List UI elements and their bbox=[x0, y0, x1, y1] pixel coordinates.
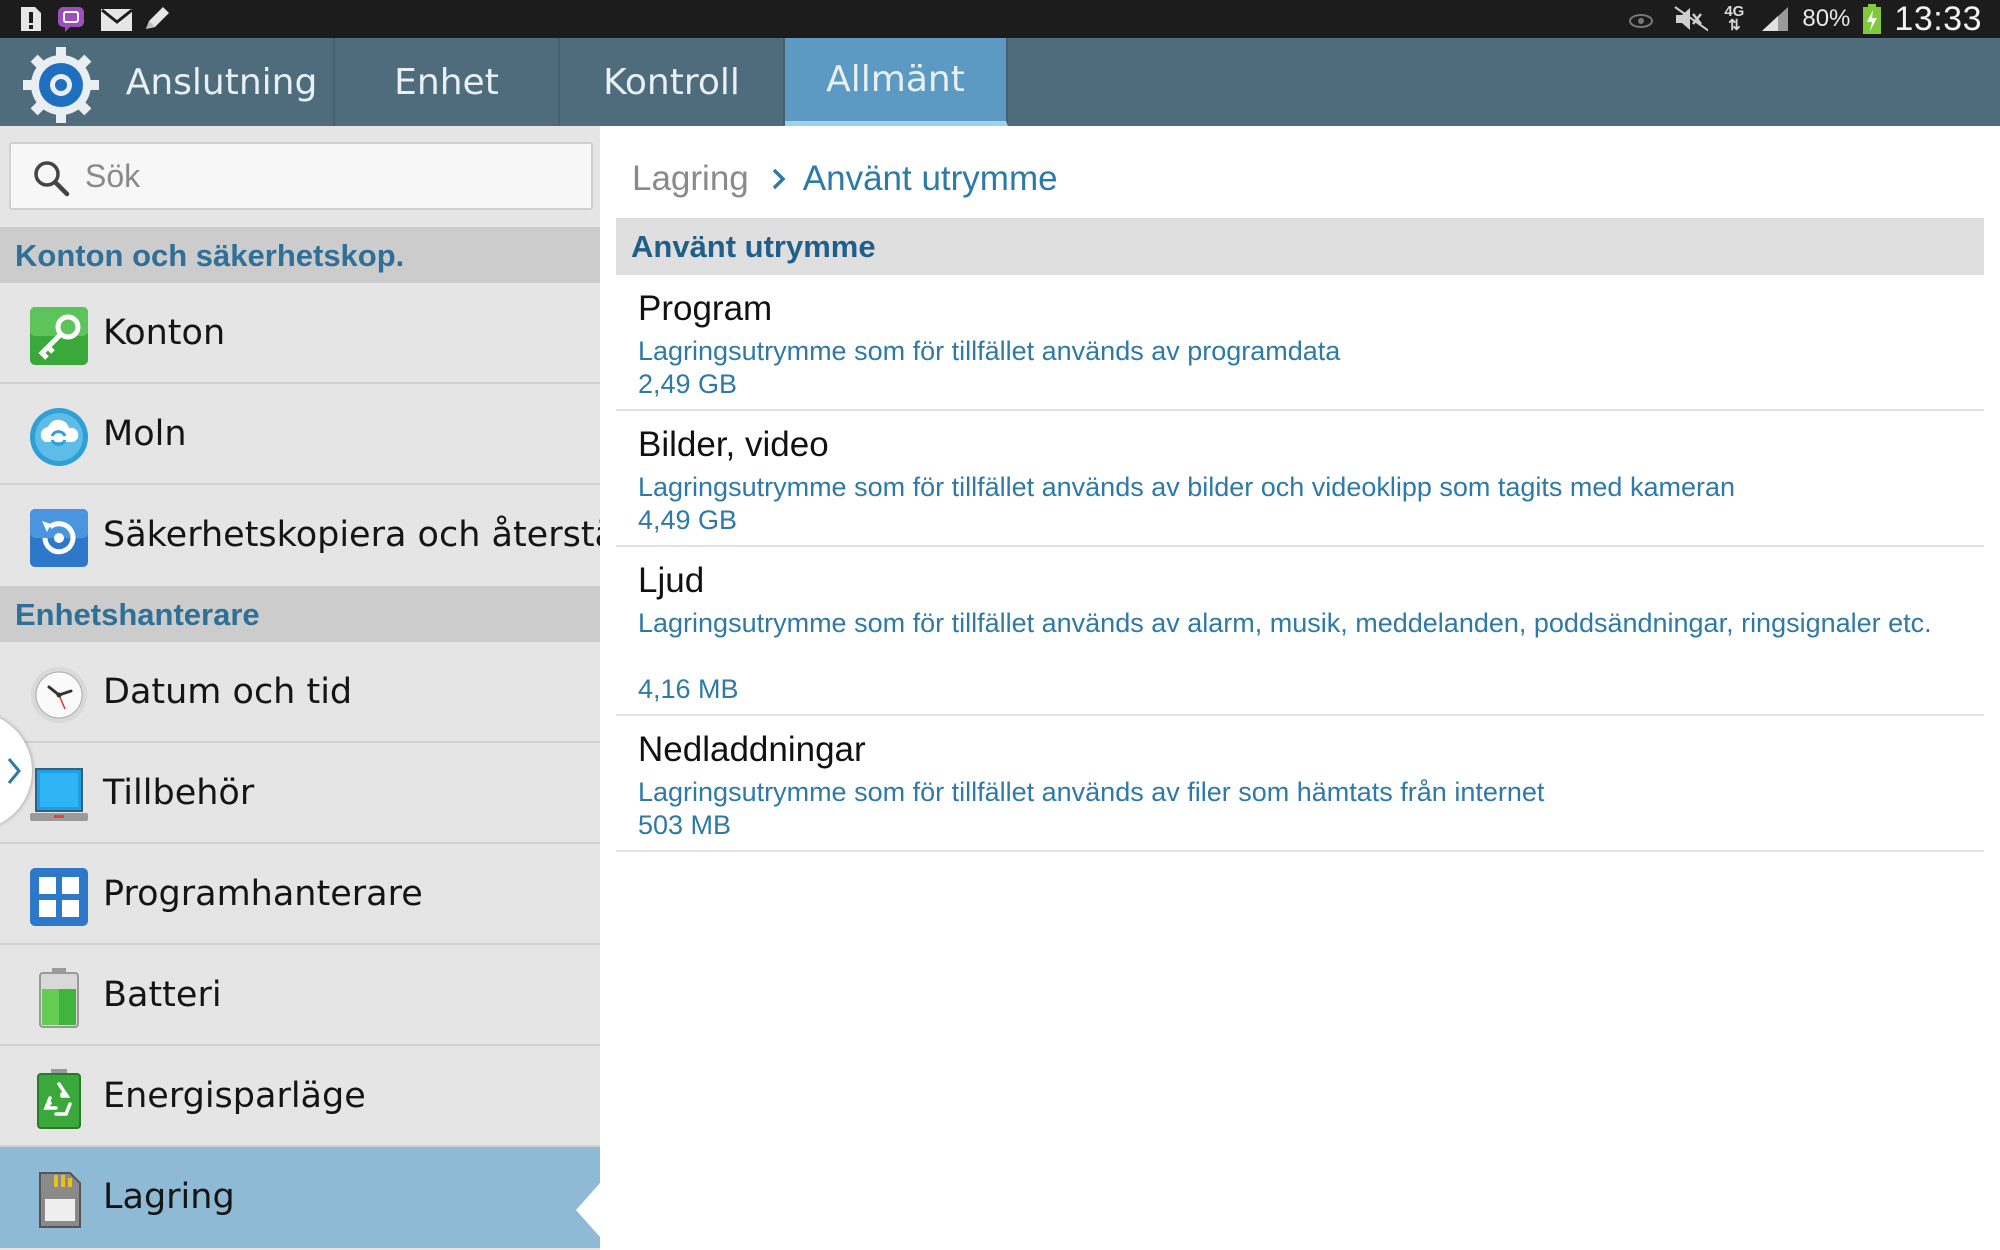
settings-gear-icon[interactable] bbox=[20, 44, 102, 126]
section-title: Enhetshanterare bbox=[15, 597, 260, 632]
mute-icon bbox=[1674, 6, 1709, 32]
status-bar: 4G ⇅ 80% 13:33 bbox=[0, 0, 2000, 38]
sidebar-item-label: Lagring bbox=[103, 1177, 235, 1217]
storage-icon bbox=[39, 1172, 81, 1228]
row-description: Lagringsutrymme som för tillfället använ… bbox=[638, 472, 1735, 502]
sidebar-item-backup[interactable]: Säkerhetskopiera och återställ bbox=[0, 485, 600, 586]
sidebar-item-label: Programhanterare bbox=[103, 874, 423, 914]
storage-row-audio[interactable]: Ljud Lagringsutrymme som för tillfället … bbox=[616, 547, 1984, 716]
search-box[interactable] bbox=[9, 142, 593, 210]
content-section-header: Använt utrymme bbox=[616, 218, 1984, 275]
cloud-icon bbox=[30, 408, 88, 466]
sidebar-item-label: Konton bbox=[103, 313, 226, 353]
settings-sidebar: Konton och säkerhetskop. Konton Moln Säk… bbox=[0, 126, 600, 1250]
battery-icon bbox=[39, 968, 79, 1028]
sidebar-item-batteri[interactable]: Batteri bbox=[0, 945, 600, 1046]
row-title: Nedladdningar bbox=[638, 730, 866, 769]
storage-row-program[interactable]: Program Lagringsutrymme som för tillfäll… bbox=[616, 275, 1984, 411]
search-input[interactable] bbox=[85, 144, 565, 208]
app-grid-icon bbox=[30, 868, 88, 926]
storage-row-images-video[interactable]: Bilder, video Lagringsutrymme som för ti… bbox=[616, 411, 1984, 547]
sidebar-item-lagring[interactable]: Lagring bbox=[0, 1147, 600, 1248]
breadcrumb: Lagring Använt utrymme bbox=[632, 154, 1058, 204]
row-title: Ljud bbox=[638, 561, 705, 600]
sidebar-item-programhanterare[interactable]: Programhanterare bbox=[0, 844, 600, 945]
chevron-right-icon bbox=[7, 758, 21, 784]
4g-data-icon: 4G ⇅ bbox=[1724, 3, 1745, 34]
selection-indicator bbox=[576, 1183, 600, 1237]
row-title: Program bbox=[638, 289, 773, 328]
smart-stay-eye-icon bbox=[1629, 14, 1654, 28]
row-size: 4,49 GB bbox=[638, 505, 738, 535]
search-bar bbox=[0, 126, 600, 227]
notification-icons bbox=[16, 3, 172, 35]
sidebar-item-moln[interactable]: Moln bbox=[0, 384, 600, 485]
power-saving-icon bbox=[37, 1069, 81, 1129]
search-icon bbox=[34, 161, 70, 197]
sidebar-item-label: Energisparläge bbox=[103, 1076, 366, 1116]
key-icon bbox=[30, 307, 88, 365]
sidebar-item-datum-och-tid[interactable]: Datum och tid bbox=[0, 642, 600, 743]
sidebar-item-label: Datum och tid bbox=[103, 672, 353, 712]
pen-icon bbox=[146, 7, 169, 29]
sidebar-item-energisparlage[interactable]: Energisparläge bbox=[0, 1046, 600, 1147]
signal-icon bbox=[1762, 7, 1789, 31]
row-size: 2,49 GB bbox=[638, 369, 738, 399]
sidebar-item-tillbehor[interactable]: Tillbehör bbox=[0, 743, 600, 844]
tab-kontroll[interactable]: Kontroll bbox=[560, 38, 785, 126]
row-description: Lagringsutrymme som för tillfället använ… bbox=[638, 777, 1545, 807]
accessory-icon bbox=[30, 768, 88, 821]
sidebar-item-label: Moln bbox=[103, 414, 187, 454]
row-description: Lagringsutrymme som för tillfället använ… bbox=[638, 336, 1341, 366]
tab-allmant[interactable]: Allmänt bbox=[785, 38, 1008, 126]
sd-card-alert-icon bbox=[21, 7, 41, 31]
content-panel: Lagring Använt utrymme Använt utrymme Pr… bbox=[600, 126, 2000, 1250]
battery-charging-icon bbox=[1863, 4, 1882, 34]
chat-bubble-icon bbox=[58, 7, 84, 32]
row-size: 4,16 MB bbox=[638, 674, 739, 704]
row-description: Lagringsutrymme som för tillfället använ… bbox=[638, 608, 1932, 638]
settings-tab-bar: Anslutning Enhet Kontroll Allmänt bbox=[0, 38, 2000, 126]
breadcrumb-current: Använt utrymme bbox=[802, 159, 1058, 198]
clock-icon bbox=[31, 667, 87, 723]
storage-row-downloads[interactable]: Nedladdningar Lagringsutrymme som för ti… bbox=[616, 716, 1984, 852]
row-title: Bilder, video bbox=[638, 425, 829, 464]
tab-anslutning[interactable]: Anslutning bbox=[110, 38, 335, 126]
battery-percent: 80% bbox=[1802, 5, 1851, 32]
gmail-icon bbox=[101, 8, 132, 31]
row-size: 503 MB bbox=[638, 810, 732, 840]
sidebar-item-konton[interactable]: Konton bbox=[0, 283, 600, 384]
section-header-device-manager: Enhetshanterare bbox=[0, 586, 600, 642]
breadcrumb-root[interactable]: Lagring bbox=[632, 159, 749, 199]
backup-restore-icon bbox=[30, 509, 88, 567]
tab-enhet[interactable]: Enhet bbox=[335, 38, 560, 126]
sidebar-item-label: Tillbehör bbox=[103, 773, 255, 813]
chevron-right-icon bbox=[772, 168, 786, 190]
section-header-accounts: Konton och säkerhetskop. bbox=[0, 227, 600, 283]
sidebar-item-label: Batteri bbox=[103, 975, 222, 1015]
sidebar-item-label: Säkerhetskopiera och återställ bbox=[103, 515, 600, 555]
system-icons: 4G ⇅ 80% 13:33 bbox=[1626, 0, 1982, 38]
clock-time: 13:33 bbox=[1894, 0, 1982, 38]
